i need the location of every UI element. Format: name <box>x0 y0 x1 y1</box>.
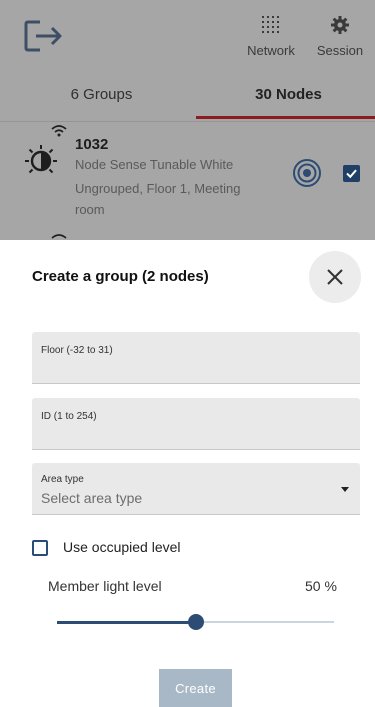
floor-input[interactable] <box>40 358 350 378</box>
slider-fill <box>57 621 196 624</box>
background-app: Network Session 6 Groups 30 Nodes 1032 N… <box>0 0 375 240</box>
identify-icon[interactable] <box>292 158 322 188</box>
tab-groups[interactable]: 6 Groups <box>8 74 195 120</box>
floor-label: Floor (-32 to 31) <box>41 345 113 356</box>
wifi-icon <box>51 234 67 239</box>
node-select-checkbox[interactable] <box>343 165 360 182</box>
floor-field[interactable]: Floor (-32 to 31) <box>32 332 360 384</box>
member-level-slider[interactable] <box>57 613 334 633</box>
node-type: Node Sense Tunable White <box>75 157 234 172</box>
session-button[interactable]: Session <box>310 14 370 60</box>
id-field[interactable]: ID (1 to 254) <box>32 398 360 450</box>
chevron-down-icon <box>341 487 349 492</box>
session-label: Session <box>316 43 364 58</box>
network-button[interactable]: Network <box>241 14 301 60</box>
area-type-placeholder: Select area type <box>41 490 143 506</box>
area-type-select[interactable]: Area type Select area type <box>32 463 360 515</box>
dialog-title: Create a group (2 nodes) <box>32 268 209 285</box>
node-id: 1032 <box>75 136 109 153</box>
logout-icon[interactable] <box>22 18 66 54</box>
use-occupied-checkbox[interactable] <box>32 540 48 556</box>
checkmark-icon <box>346 169 357 179</box>
active-tab-indicator <box>196 116 375 119</box>
light-sensor-icon <box>25 145 57 174</box>
tab-bar: 6 Groups 30 Nodes <box>0 74 375 120</box>
member-level-label: Member light level <box>48 578 162 594</box>
id-label: ID (1 to 254) <box>41 411 97 422</box>
member-level-value: 50 % <box>305 578 337 594</box>
gear-icon <box>331 16 349 34</box>
node-location: Ungrouped, Floor 1, Meeting room <box>75 181 241 217</box>
grid-icon <box>262 16 279 33</box>
tab-nodes[interactable]: 30 Nodes <box>195 74 375 120</box>
create-group-dialog: Create a group (2 nodes) Floor (-32 to 3… <box>0 240 375 707</box>
area-type-label: Area type <box>41 474 84 485</box>
network-label: Network <box>247 43 295 58</box>
slider-thumb[interactable] <box>188 614 204 630</box>
wifi-icon <box>51 125 67 137</box>
top-bar: Network Session <box>0 0 375 70</box>
close-icon <box>327 269 343 285</box>
close-button[interactable] <box>309 251 361 303</box>
create-button[interactable]: Create <box>159 669 232 707</box>
id-input[interactable] <box>40 424 350 444</box>
use-occupied-label[interactable]: Use occupied level <box>63 539 181 555</box>
